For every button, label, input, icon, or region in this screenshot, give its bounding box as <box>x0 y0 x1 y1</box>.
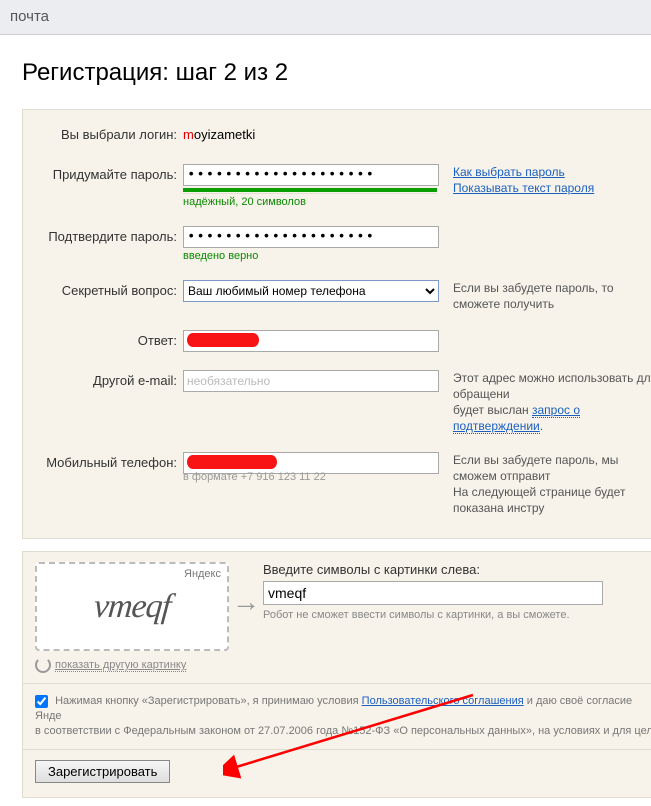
registration-form: Вы выбрали логин: moyizametki Придумайте… <box>22 109 651 539</box>
captcha-brand: Яндекс <box>184 568 221 580</box>
confirm-password-input[interactable] <box>183 226 439 248</box>
other-email-help: Этот адрес можно использовать для обраще… <box>439 370 651 434</box>
agreement-checkbox[interactable] <box>35 695 48 708</box>
other-email-label: Другой e-mail: <box>29 370 183 392</box>
arrow-right-icon: → <box>229 562 263 618</box>
confirm-label: Подтвердите пароль: <box>29 226 183 248</box>
password-label: Придумайте пароль: <box>29 164 183 186</box>
how-choose-password-link[interactable]: Как выбрать пароль <box>453 165 565 179</box>
user-agreement-link[interactable]: Пользовательского соглашения <box>362 695 524 707</box>
page-title: Регистрация: шаг 2 из 2 <box>22 59 651 87</box>
password-input[interactable] <box>183 164 439 186</box>
password-strength-text: надёжный, 20 символов <box>183 196 439 208</box>
secret-question-select[interactable]: Ваш любимый номер телефона <box>183 280 439 302</box>
captcha-section: Яндекс vmeqf показать другую картинку → … <box>22 551 651 684</box>
login-value: moyizametki <box>183 124 439 146</box>
agreement-section: Нажимая кнопку «Зарегистрировать», я при… <box>22 684 651 750</box>
redacted-phone <box>187 455 277 469</box>
login-label: Вы выбрали логин: <box>29 124 183 146</box>
refresh-icon <box>35 657 51 673</box>
confirm-ok-text: введено верно <box>183 250 439 262</box>
redacted-answer <box>187 333 259 347</box>
captcha-input[interactable] <box>263 581 603 605</box>
password-strength-meter <box>183 188 437 192</box>
submit-section: Зарегистрировать <box>22 750 651 798</box>
top-nav: Почта <box>0 0 651 35</box>
phone-label: Мобильный телефон: <box>29 452 183 474</box>
phone-help: Если вы забудете пароль, мы сможем отпра… <box>439 452 651 516</box>
answer-label: Ответ: <box>29 330 183 352</box>
refresh-captcha-link[interactable]: показать другую картинку <box>55 659 186 672</box>
nav-item-mail[interactable]: Почта <box>10 8 49 25</box>
captcha-note: Робот не сможет ввести символы с картинк… <box>263 609 651 621</box>
captcha-prompt: Введите символы с картинки слева: <box>263 562 651 577</box>
secret-question-help: Если вы забудете пароль, то сможете полу… <box>439 280 651 312</box>
captcha-image: Яндекс vmeqf <box>35 562 229 651</box>
show-password-link[interactable]: Показывать текст пароля <box>453 181 594 195</box>
register-button[interactable]: Зарегистрировать <box>35 760 170 783</box>
secret-question-label: Секретный вопрос: <box>29 280 183 302</box>
other-email-input[interactable] <box>183 370 439 392</box>
